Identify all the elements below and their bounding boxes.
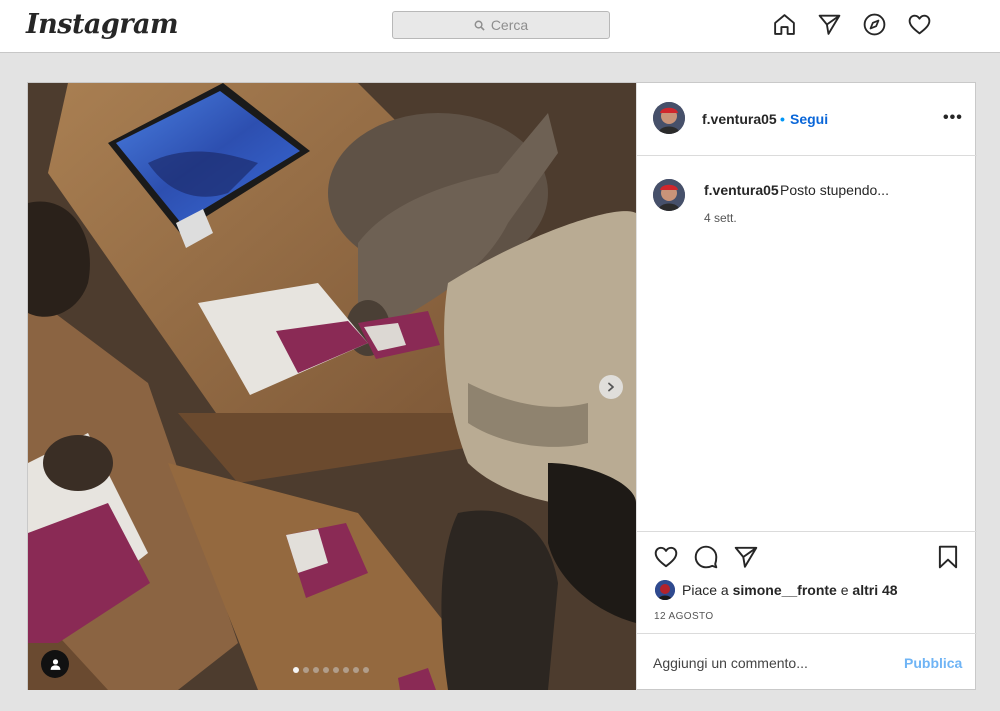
search-icon	[474, 20, 485, 31]
comment-input[interactable]: Aggiungi un commento...	[653, 655, 808, 671]
comment-form: Aggiungi un commento... Pubblica	[637, 633, 977, 690]
post-header: f.ventura05 • Segui •••	[637, 83, 977, 156]
person-icon	[50, 658, 60, 670]
post-date[interactable]: 12 AGOSTO	[654, 611, 714, 622]
post-card: f.ventura05 • Segui ••• f.ventura05 Post…	[27, 82, 977, 690]
instagram-logo[interactable]: Instagram	[26, 9, 179, 40]
carousel-dot	[353, 667, 359, 673]
search-input[interactable]: Cerca	[392, 11, 610, 39]
carousel-dot	[333, 667, 339, 673]
carousel-dot	[293, 667, 299, 673]
home-icon[interactable]	[772, 12, 797, 37]
liker-avatar[interactable]	[655, 580, 675, 600]
likes-joiner: e	[836, 582, 853, 598]
search-placeholder: Cerca	[490, 17, 529, 33]
carousel-dot	[313, 667, 319, 673]
follow-button[interactable]: Segui	[790, 111, 828, 127]
like-heart-icon[interactable]	[653, 544, 679, 570]
carousel-dot	[363, 667, 369, 673]
carousel-indicator	[293, 667, 369, 673]
tagged-users-button[interactable]	[41, 650, 69, 678]
nav-icons	[772, 12, 932, 37]
carousel-dot	[343, 667, 349, 673]
header-separator: •	[780, 111, 785, 127]
more-options-button[interactable]: •••	[943, 109, 963, 127]
likes-others-link[interactable]: altri 48	[852, 582, 897, 598]
direct-message-icon[interactable]	[817, 12, 842, 37]
comment-bubble-icon[interactable]	[693, 544, 719, 570]
carousel-dot	[303, 667, 309, 673]
post-photo[interactable]	[28, 83, 636, 690]
author-avatar[interactable]	[653, 102, 685, 134]
museum-exhibit-photo	[28, 83, 636, 690]
liker-username[interactable]: simone__fronte	[733, 582, 837, 598]
caption-username[interactable]: f.ventura05	[704, 182, 779, 198]
author-username[interactable]: f.ventura05	[702, 111, 777, 127]
share-direct-icon[interactable]	[733, 544, 759, 570]
carousel-dot	[323, 667, 329, 673]
explore-compass-icon[interactable]	[862, 12, 887, 37]
caption-text: Posto stupendo...	[780, 182, 889, 198]
chevron-right-icon	[608, 382, 614, 392]
next-photo-button[interactable]	[599, 375, 623, 399]
caption-avatar[interactable]	[653, 179, 685, 211]
post-side-panel: f.ventura05 • Segui ••• f.ventura05 Post…	[636, 83, 977, 690]
save-bookmark-icon[interactable]	[935, 544, 961, 570]
activity-heart-icon[interactable]	[907, 12, 932, 37]
top-navigation-bar: Instagram Cerca	[0, 0, 1000, 53]
caption-timestamp[interactable]: 4 sett.	[704, 211, 737, 225]
publish-button[interactable]: Pubblica	[904, 655, 962, 671]
post-actions-bar	[637, 531, 977, 586]
likes-prefix: Piace a	[682, 582, 733, 598]
likes-summary[interactable]: Piace a simone__fronte e altri 48	[682, 582, 898, 598]
